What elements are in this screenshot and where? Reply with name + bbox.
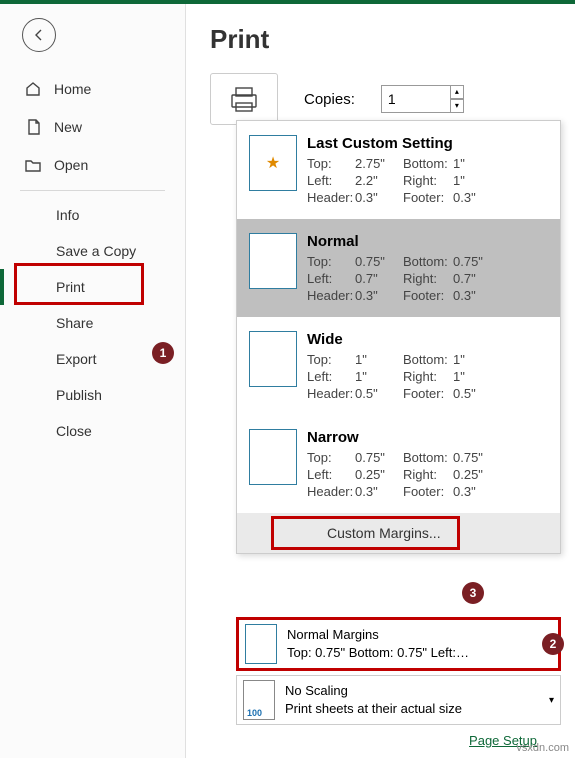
active-indicator [0, 269, 4, 305]
margin-icon: ★ [249, 135, 297, 191]
annotation-badge-3: 3 [462, 582, 484, 604]
home-icon [24, 80, 42, 98]
option-title: Wide [307, 331, 548, 348]
copies-input[interactable] [381, 85, 451, 113]
separator [20, 190, 165, 191]
printer-icon [226, 84, 262, 114]
margins-selector[interactable]: Normal Margins Top: 0.75" Bottom: 0.75" … [236, 617, 561, 671]
margin-icon [249, 331, 297, 387]
sidebar-label: Home [54, 81, 91, 97]
option-title: Last Custom Setting [307, 135, 548, 152]
selector-detail: Top: 0.75" Bottom: 0.75" Left:… [287, 644, 537, 662]
selector-title: Normal Margins [287, 626, 537, 644]
new-icon [24, 118, 42, 136]
sidebar-item-publish[interactable]: Publish [0, 377, 185, 413]
sidebar-label: Print [56, 279, 85, 295]
margin-icon [249, 429, 297, 485]
sidebar-label: Save a Copy [56, 243, 136, 259]
margin-option-wide[interactable]: Wide Top:1"Bottom:1" Left:1"Right:1" Hea… [237, 317, 560, 415]
margins-dropdown: ★ Last Custom Setting Top:2.75"Bottom:1"… [236, 120, 561, 554]
custom-margins-label: Custom Margins... [327, 525, 441, 541]
margin-icon [245, 624, 277, 664]
sidebar-item-print[interactable]: Print [0, 269, 185, 305]
copies-spinner[interactable]: ▴▾ [450, 85, 464, 113]
copies-label: Copies: [304, 91, 355, 108]
sidebar-item-open[interactable]: Open [0, 146, 185, 184]
sidebar-item-close[interactable]: Close [0, 413, 185, 449]
margin-option-narrow[interactable]: Narrow Top:0.75"Bottom:0.75" Left:0.25"R… [237, 415, 560, 513]
sidebar-label: Info [56, 207, 79, 223]
option-title: Normal [307, 233, 548, 250]
open-icon [24, 156, 42, 174]
watermark: vsxdn.com [516, 742, 569, 754]
sidebar-label: Close [56, 423, 92, 439]
sidebar-label: Share [56, 315, 93, 331]
selector-detail: Print sheets at their actual size [285, 700, 539, 718]
margin-option-normal[interactable]: Normal Top:0.75"Bottom:0.75" Left:0.7"Ri… [237, 219, 560, 317]
print-button[interactable] [210, 73, 278, 125]
annotation-badge-1: 1 [152, 342, 174, 364]
sidebar-item-info[interactable]: Info [0, 197, 185, 233]
chevron-down-icon: ▾ [549, 695, 554, 706]
option-title: Narrow [307, 429, 548, 446]
sidebar-item-new[interactable]: New [0, 108, 185, 146]
scaling-icon: 100 [243, 680, 275, 720]
annotation-badge-2: 2 [542, 633, 564, 655]
page-setup-link[interactable]: Page Setup [236, 733, 561, 748]
margin-icon [249, 233, 297, 289]
sidebar-label: Publish [56, 387, 102, 403]
sidebar-label: Open [54, 157, 88, 173]
sidebar-item-share[interactable]: Share [0, 305, 185, 341]
scaling-selector[interactable]: 100 No Scaling Print sheets at their act… [236, 675, 561, 725]
back-button[interactable] [22, 18, 56, 52]
margin-option-last-custom[interactable]: ★ Last Custom Setting Top:2.75"Bottom:1"… [237, 121, 560, 219]
sidebar-item-home[interactable]: Home [0, 70, 185, 108]
sidebar-label: New [54, 119, 82, 135]
sidebar-label: Export [56, 351, 96, 367]
page-title: Print [210, 24, 559, 55]
backstage-sidebar: Home New Open Info Save a Copy Print Sha… [0, 4, 186, 758]
custom-margins-item[interactable]: Custom Margins... [237, 513, 560, 553]
selector-title: No Scaling [285, 682, 539, 700]
sidebar-item-save-copy[interactable]: Save a Copy [0, 233, 185, 269]
